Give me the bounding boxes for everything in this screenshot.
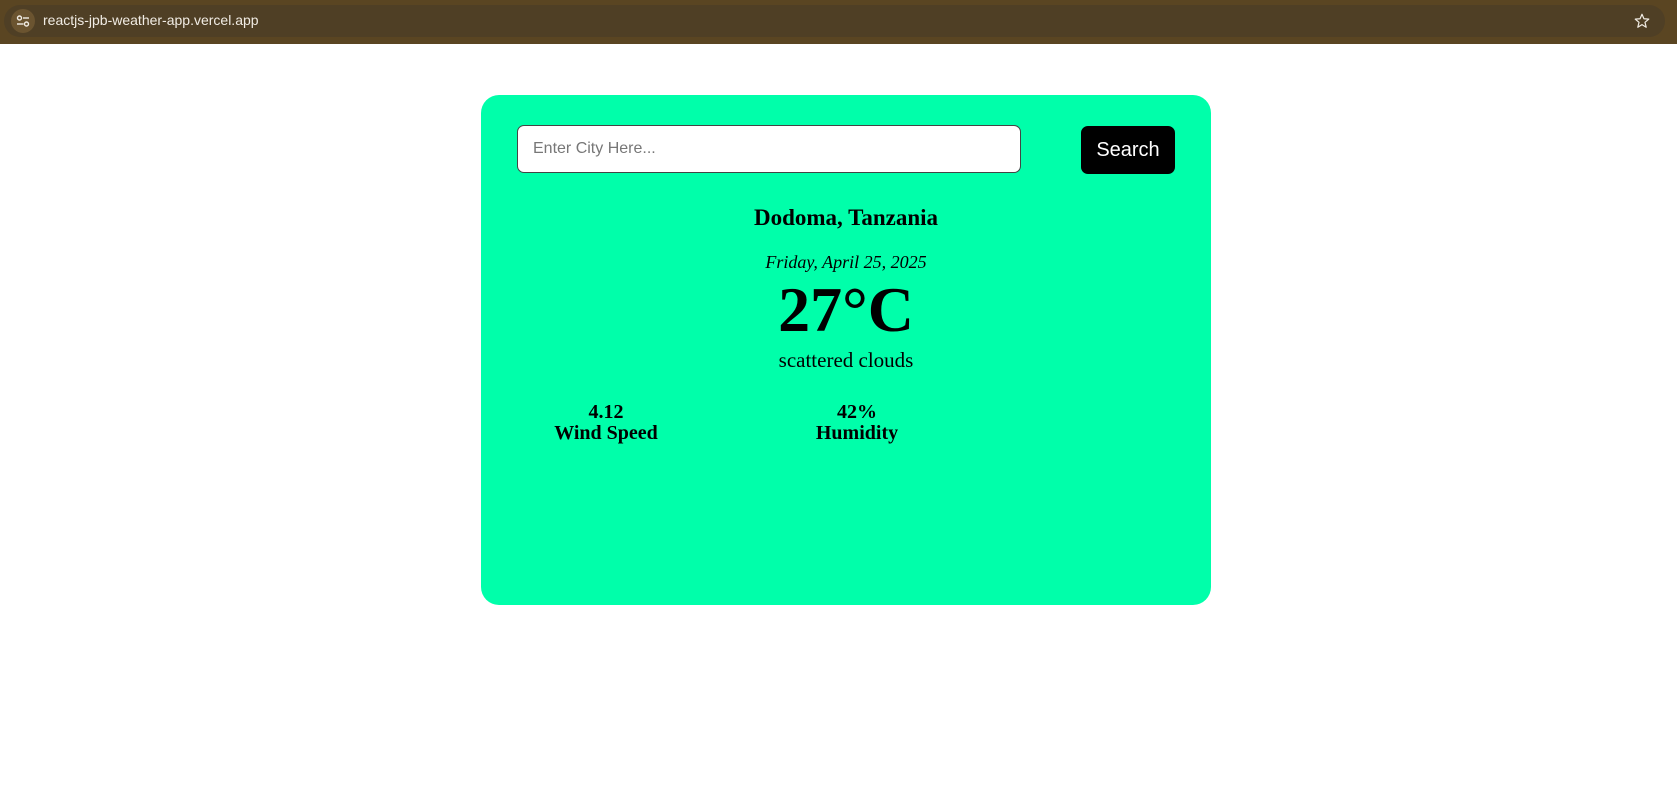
wind-speed-stat: 4.12 Wind Speed	[526, 402, 686, 444]
browser-toolbar: reactjs-jpb-weather-app.vercel.app	[0, 0, 1677, 44]
current-date: Friday, April 25, 2025	[765, 252, 927, 272]
address-bar[interactable]: reactjs-jpb-weather-app.vercel.app	[4, 5, 1665, 37]
wind-speed-label: Wind Speed	[554, 422, 658, 444]
site-info-icon[interactable]	[11, 9, 35, 33]
location-name: Dodoma, Tanzania	[753, 205, 939, 230]
temperature: 27°C	[778, 274, 914, 345]
search-button[interactable]: Search	[1081, 126, 1175, 174]
url-text[interactable]: reactjs-jpb-weather-app.vercel.app	[43, 12, 259, 28]
wind-speed-value: 4.12	[588, 401, 624, 423]
humidity-stat: 42% Humidity	[777, 402, 937, 444]
weather-card: Search Dodoma, Tanzania Friday, April 25…	[481, 95, 1211, 605]
humidity-label: Humidity	[815, 422, 899, 444]
bookmark-star-icon[interactable]	[1633, 12, 1651, 30]
humidity-value: 42%	[837, 401, 877, 423]
city-search-input[interactable]	[517, 125, 1021, 173]
weather-description: scattered clouds	[778, 348, 914, 372]
